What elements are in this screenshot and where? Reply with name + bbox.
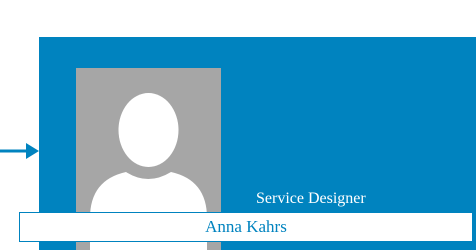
connector-arrowhead — [26, 143, 39, 159]
person-role: Service Designer — [256, 190, 366, 207]
person-name: Anna Kahrs — [19, 212, 473, 242]
arrow-right-icon — [0, 143, 39, 159]
org-chart-canvas: Service Designer Anna Kahrs — [0, 0, 476, 250]
